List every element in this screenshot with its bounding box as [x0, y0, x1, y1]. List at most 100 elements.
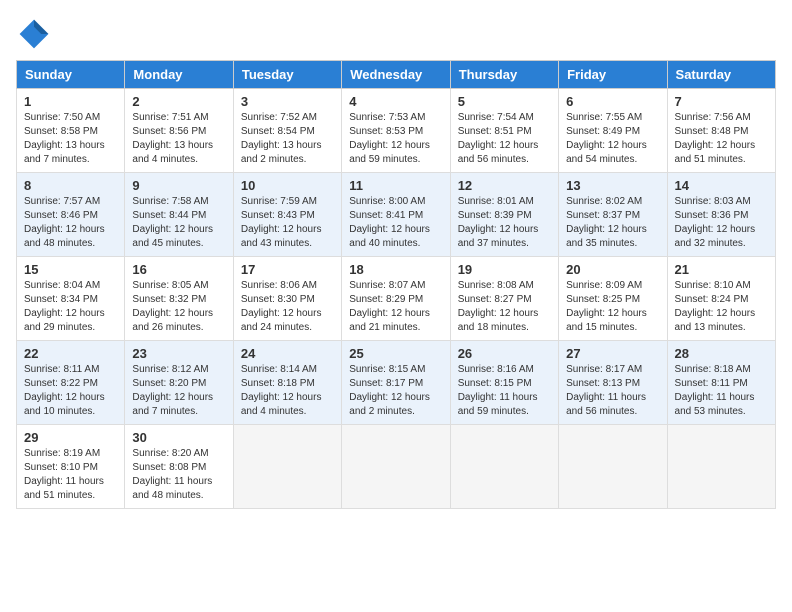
day-cell	[450, 425, 558, 509]
day-info: Sunrise: 8:06 AM Sunset: 8:30 PM Dayligh…	[241, 279, 334, 335]
weekday-header-tuesday: Tuesday	[233, 61, 341, 89]
weekday-header-thursday: Thursday	[450, 61, 558, 89]
day-cell: 10 Sunrise: 7:59 AM Sunset: 8:43 PM Dayli…	[233, 173, 341, 257]
day-cell: 4 Sunrise: 7:53 AM Sunset: 8:53 PM Daylig…	[342, 89, 450, 173]
day-info: Sunrise: 7:56 AM Sunset: 8:48 PM Dayligh…	[675, 111, 768, 167]
day-info: Sunrise: 8:14 AM Sunset: 8:18 PM Dayligh…	[241, 363, 334, 419]
day-info: Sunrise: 8:03 AM Sunset: 8:36 PM Dayligh…	[675, 195, 768, 251]
day-cell	[559, 425, 667, 509]
day-number: 13	[566, 178, 659, 193]
day-cell: 17 Sunrise: 8:06 AM Sunset: 8:30 PM Dayli…	[233, 257, 341, 341]
day-cell: 20 Sunrise: 8:09 AM Sunset: 8:25 PM Dayli…	[559, 257, 667, 341]
day-cell: 13Sunrise: 8:02 AM Sunset: 8:37 PM Dayli…	[559, 173, 667, 257]
day-number: 24	[241, 346, 334, 361]
day-cell: 11 Sunrise: 8:00 AM Sunset: 8:41 PM Dayli…	[342, 173, 450, 257]
day-info: Sunrise: 7:55 AM Sunset: 8:49 PM Dayligh…	[566, 111, 659, 167]
day-number: 4	[349, 94, 442, 109]
day-cell: 26Sunrise: 8:16 AM Sunset: 8:15 PM Dayli…	[450, 341, 558, 425]
day-cell: 29 Sunrise: 8:19 AM Sunset: 8:10 PM Dayli…	[17, 425, 125, 509]
day-cell: 5Sunrise: 7:54 AM Sunset: 8:51 PM Daylig…	[450, 89, 558, 173]
day-number: 16	[132, 262, 225, 277]
day-info: Sunrise: 8:07 AM Sunset: 8:29 PM Dayligh…	[349, 279, 442, 335]
day-number: 19	[458, 262, 551, 277]
day-cell	[233, 425, 341, 509]
day-number: 22	[24, 346, 117, 361]
day-info: Sunrise: 8:00 AM Sunset: 8:41 PM Dayligh…	[349, 195, 442, 251]
day-cell: 14Sunrise: 8:03 AM Sunset: 8:36 PM Dayli…	[667, 173, 775, 257]
day-info: Sunrise: 8:05 AM Sunset: 8:32 PM Dayligh…	[132, 279, 225, 335]
day-number: 17	[241, 262, 334, 277]
day-number: 28	[675, 346, 768, 361]
day-cell: 30 Sunrise: 8:20 AM Sunset: 8:08 PM Dayli…	[125, 425, 233, 509]
day-cell: 7 Sunrise: 7:56 AM Sunset: 8:48 PM Daylig…	[667, 89, 775, 173]
day-info: Sunrise: 8:15 AM Sunset: 8:17 PM Dayligh…	[349, 363, 442, 419]
week-row-2: 8 Sunrise: 7:57 AM Sunset: 8:46 PM Daylig…	[17, 173, 776, 257]
day-info: Sunrise: 8:01 AM Sunset: 8:39 PM Dayligh…	[458, 195, 551, 251]
day-number: 1	[24, 94, 117, 109]
day-number: 20	[566, 262, 659, 277]
day-number: 9	[132, 178, 225, 193]
day-info: Sunrise: 8:16 AM Sunset: 8:15 PM Dayligh…	[458, 363, 551, 419]
weekday-header-monday: Monday	[125, 61, 233, 89]
day-cell: 6 Sunrise: 7:55 AM Sunset: 8:49 PM Daylig…	[559, 89, 667, 173]
day-cell: 19 Sunrise: 8:08 AM Sunset: 8:27 PM Dayli…	[450, 257, 558, 341]
week-row-4: 22 Sunrise: 8:11 AM Sunset: 8:22 PM Dayli…	[17, 341, 776, 425]
day-info: Sunrise: 7:51 AM Sunset: 8:56 PM Dayligh…	[132, 111, 225, 167]
day-info: Sunrise: 8:10 AM Sunset: 8:24 PM Dayligh…	[675, 279, 768, 335]
day-cell: 22 Sunrise: 8:11 AM Sunset: 8:22 PM Dayli…	[17, 341, 125, 425]
logo-icon	[16, 16, 52, 52]
day-info: Sunrise: 8:18 AM Sunset: 8:11 PM Dayligh…	[675, 363, 768, 419]
week-row-1: 1Sunrise: 7:50 AM Sunset: 8:58 PM Daylig…	[17, 89, 776, 173]
day-number: 3	[241, 94, 334, 109]
day-number: 29	[24, 430, 117, 445]
day-number: 12	[458, 178, 551, 193]
day-number: 8	[24, 178, 117, 193]
day-cell: 24 Sunrise: 8:14 AM Sunset: 8:18 PM Dayli…	[233, 341, 341, 425]
weekday-header-friday: Friday	[559, 61, 667, 89]
day-cell: 3 Sunrise: 7:52 AM Sunset: 8:54 PM Daylig…	[233, 89, 341, 173]
day-info: Sunrise: 8:09 AM Sunset: 8:25 PM Dayligh…	[566, 279, 659, 335]
day-cell: 8 Sunrise: 7:57 AM Sunset: 8:46 PM Daylig…	[17, 173, 125, 257]
day-number: 10	[241, 178, 334, 193]
day-cell: 15 Sunrise: 8:04 AM Sunset: 8:34 PM Dayli…	[17, 257, 125, 341]
day-info: Sunrise: 8:11 AM Sunset: 8:22 PM Dayligh…	[24, 363, 117, 419]
day-number: 23	[132, 346, 225, 361]
day-info: Sunrise: 8:04 AM Sunset: 8:34 PM Dayligh…	[24, 279, 117, 335]
day-number: 27	[566, 346, 659, 361]
weekday-header-saturday: Saturday	[667, 61, 775, 89]
day-number: 25	[349, 346, 442, 361]
day-cell: 12 Sunrise: 8:01 AM Sunset: 8:39 PM Dayli…	[450, 173, 558, 257]
day-info: Sunrise: 7:58 AM Sunset: 8:44 PM Dayligh…	[132, 195, 225, 251]
day-cell: 1Sunrise: 7:50 AM Sunset: 8:58 PM Daylig…	[17, 89, 125, 173]
weekday-header-row: SundayMondayTuesdayWednesdayThursdayFrid…	[17, 61, 776, 89]
day-info: Sunrise: 7:59 AM Sunset: 8:43 PM Dayligh…	[241, 195, 334, 251]
logo	[16, 16, 56, 52]
day-number: 6	[566, 94, 659, 109]
day-info: Sunrise: 8:12 AM Sunset: 8:20 PM Dayligh…	[132, 363, 225, 419]
week-row-3: 15 Sunrise: 8:04 AM Sunset: 8:34 PM Dayli…	[17, 257, 776, 341]
day-number: 7	[675, 94, 768, 109]
day-cell: 25 Sunrise: 8:15 AM Sunset: 8:17 PM Dayli…	[342, 341, 450, 425]
day-info: Sunrise: 7:57 AM Sunset: 8:46 PM Dayligh…	[24, 195, 117, 251]
day-number: 11	[349, 178, 442, 193]
weekday-header-wednesday: Wednesday	[342, 61, 450, 89]
day-number: 15	[24, 262, 117, 277]
day-cell: 2Sunrise: 7:51 AM Sunset: 8:56 PM Daylig…	[125, 89, 233, 173]
day-info: Sunrise: 7:54 AM Sunset: 8:51 PM Dayligh…	[458, 111, 551, 167]
day-number: 18	[349, 262, 442, 277]
day-cell: 23 Sunrise: 8:12 AM Sunset: 8:20 PM Dayli…	[125, 341, 233, 425]
day-number: 30	[132, 430, 225, 445]
day-info: Sunrise: 7:52 AM Sunset: 8:54 PM Dayligh…	[241, 111, 334, 167]
day-cell	[667, 425, 775, 509]
week-row-5: 29 Sunrise: 8:19 AM Sunset: 8:10 PM Dayli…	[17, 425, 776, 509]
calendar-table: SundayMondayTuesdayWednesdayThursdayFrid…	[16, 60, 776, 509]
day-cell: 16 Sunrise: 8:05 AM Sunset: 8:32 PM Dayli…	[125, 257, 233, 341]
day-cell: 9 Sunrise: 7:58 AM Sunset: 8:44 PM Daylig…	[125, 173, 233, 257]
day-info: Sunrise: 8:17 AM Sunset: 8:13 PM Dayligh…	[566, 363, 659, 419]
day-info: Sunrise: 8:08 AM Sunset: 8:27 PM Dayligh…	[458, 279, 551, 335]
day-info: Sunrise: 7:53 AM Sunset: 8:53 PM Dayligh…	[349, 111, 442, 167]
day-info: Sunrise: 8:20 AM Sunset: 8:08 PM Dayligh…	[132, 447, 225, 503]
day-info: Sunrise: 8:19 AM Sunset: 8:10 PM Dayligh…	[24, 447, 117, 503]
day-cell: 18 Sunrise: 8:07 AM Sunset: 8:29 PM Dayli…	[342, 257, 450, 341]
day-cell	[342, 425, 450, 509]
